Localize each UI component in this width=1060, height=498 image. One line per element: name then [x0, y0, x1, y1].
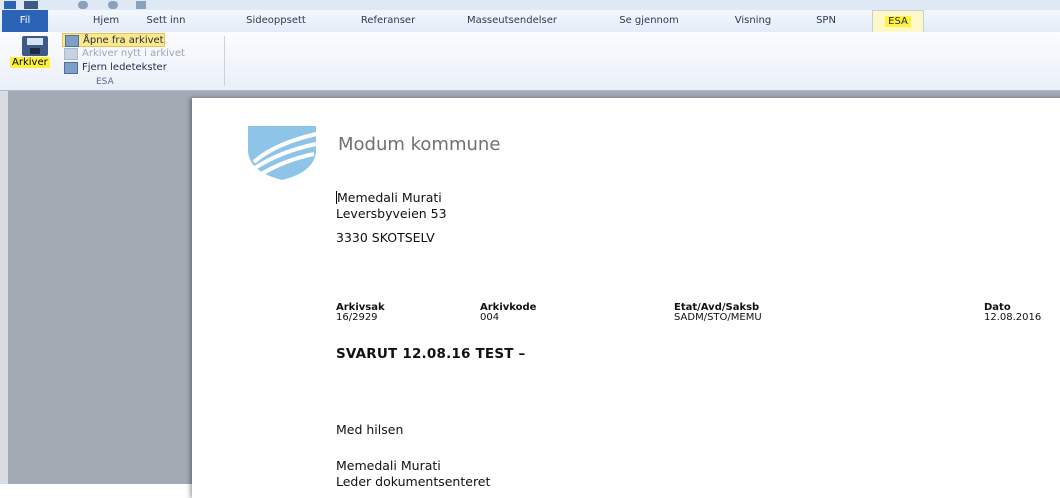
document-subject: SVARUT 12.08.16 TEST –: [336, 346, 526, 362]
signature-block: Memedali Murati Leder dokumentsenteret: [336, 458, 490, 490]
tab-esa[interactable]: ESA: [872, 10, 924, 33]
tab-esa-label: ESA: [885, 16, 911, 27]
meta-date-value: 12.08.2016: [984, 312, 1042, 323]
archive-new-icon: [64, 48, 78, 60]
undo-icon[interactable]: [78, 1, 88, 9]
open-from-archive-label: Åpne fra arkivet: [83, 35, 164, 46]
tab-spn[interactable]: SPN: [812, 10, 840, 32]
municipality-name: Modum kommune: [338, 134, 501, 155]
recipient-name: Memedali Murati: [337, 190, 442, 205]
open-from-archive-button[interactable]: Åpne fra arkivet: [62, 33, 165, 47]
tab-mailings[interactable]: Masseutsendelser: [460, 10, 564, 32]
tab-file[interactable]: Fil: [2, 10, 48, 32]
remove-prompts-button[interactable]: Fjern ledetekster: [62, 61, 167, 75]
signer-name: Memedali Murati: [336, 458, 441, 473]
ribbon-panel: Arkiver Åpne fra arkivet Arkiver nytt i …: [0, 32, 1060, 91]
ribbon-tab-row: Fil Hjem Sett inn Sideoppsett Referanser…: [0, 10, 1060, 33]
archive-new-button[interactable]: Arkiver nytt i arkivet: [62, 47, 185, 61]
open-folder-icon: [65, 35, 79, 47]
recipient-block: Memedali Murati Leversbyveien 53: [336, 190, 447, 222]
modum-logo-icon: [248, 126, 317, 180]
customize-icon[interactable]: [136, 1, 146, 9]
archive-button[interactable]: Arkiver: [6, 34, 60, 74]
tab-view[interactable]: Visning: [728, 10, 778, 32]
meta-arkivkode-value: 004: [480, 312, 500, 323]
meta-etat-value: SADM/STO/MEMU: [674, 312, 762, 323]
vertical-ruler: [0, 91, 8, 484]
signer-title: Leder dokumentsenteret: [336, 474, 491, 489]
recipient-postal: 3330 SKOTSELV: [336, 230, 435, 245]
ribbon-group-label: ESA: [96, 77, 114, 87]
document-page[interactable]: Modum kommune Memedali Murati Leversbyve…: [192, 98, 1060, 498]
meta-arkivsak-value: 16/2929: [336, 312, 378, 323]
tab-page-layout[interactable]: Sideoppsett: [240, 10, 312, 32]
archive-new-label: Arkiver nytt i arkivet: [82, 48, 185, 59]
quick-access-toolbar: [0, 0, 1060, 10]
recipient-street: Leversbyveien 53: [336, 206, 447, 221]
archive-button-label: Arkiver: [10, 57, 50, 68]
remove-prompts-icon: [64, 62, 78, 74]
tab-references[interactable]: Referanser: [354, 10, 422, 32]
tab-insert[interactable]: Sett inn: [140, 10, 192, 32]
remove-prompts-label: Fjern ledetekster: [82, 62, 167, 73]
greeting-text: Med hilsen: [336, 422, 404, 437]
tab-review[interactable]: Se gjennom: [614, 10, 684, 32]
save-icon[interactable]: [24, 1, 38, 9]
word-icon[interactable]: [4, 1, 16, 9]
redo-icon[interactable]: [108, 1, 118, 9]
tab-home[interactable]: Hjem: [86, 10, 126, 32]
save-disk-icon: [22, 36, 48, 56]
ribbon-group-separator: [224, 36, 225, 86]
